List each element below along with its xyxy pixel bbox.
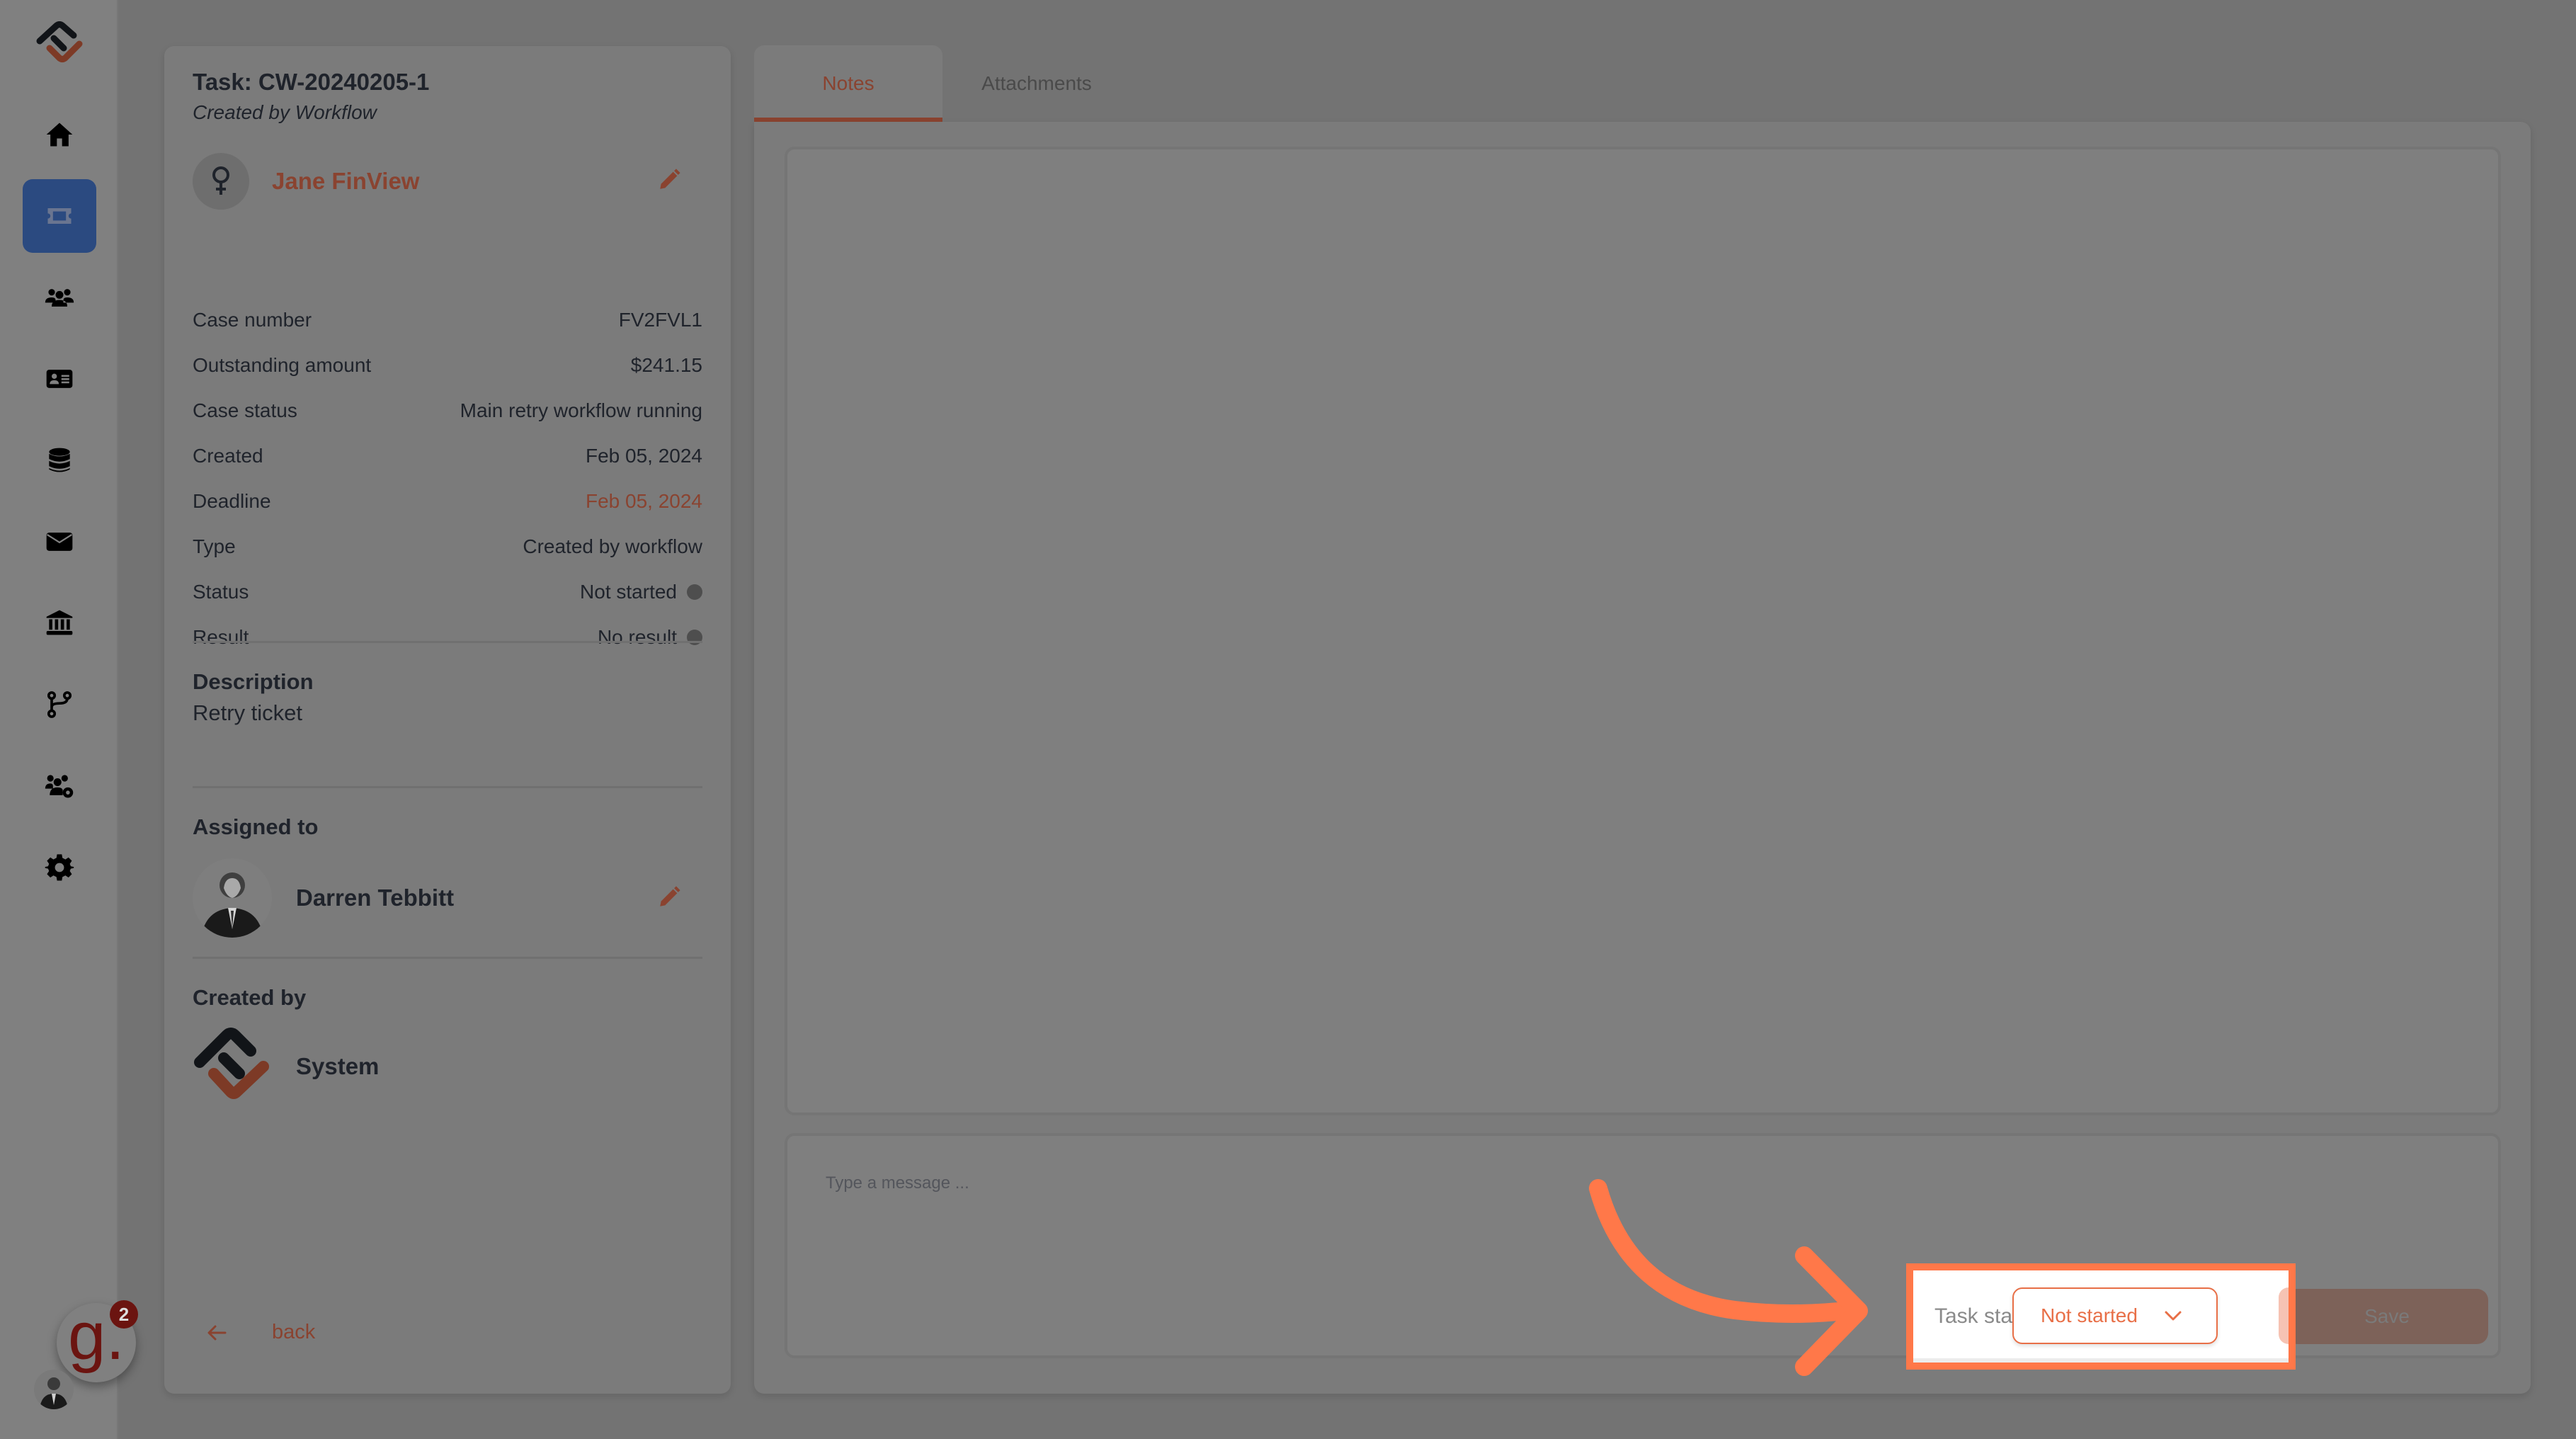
detail-row-type: Type Created by workflow [193, 524, 702, 569]
sidebar: g. 2 [0, 0, 138, 1439]
detail-value: No result [598, 626, 702, 649]
branch-icon [47, 691, 72, 718]
assignee-name: Darren Tebbitt [296, 885, 455, 911]
app-logo-icon[interactable] [33, 21, 86, 67]
detail-value: Created by workflow [523, 535, 702, 557]
detail-label: Case status [193, 399, 297, 421]
description-text: Retry ticket [193, 700, 303, 725]
detail-label: Case number [193, 309, 312, 331]
database-icon [49, 448, 70, 472]
assignee-row: Darren Tebbitt [193, 858, 702, 938]
female-icon [212, 166, 229, 195]
task-details-list: Case number FV2FVL1 Outstanding amount $… [193, 297, 702, 660]
user-avatar-icon [40, 1377, 68, 1409]
status-text: Not started [580, 581, 677, 603]
detail-value-deadline: Feb 05, 2024 [585, 490, 702, 512]
user-avatar[interactable] [34, 1370, 74, 1409]
sidebar-item-workflows[interactable] [23, 668, 96, 741]
sidebar-item-customers[interactable] [23, 261, 96, 334]
detail-label: Status [193, 581, 249, 603]
assigned-to-label: Assigned to [193, 814, 319, 839]
notification-badge: 2 [110, 1300, 138, 1329]
detail-value: $241.15 [630, 354, 702, 376]
task-title: Task: CW-20240205-1 [193, 69, 430, 95]
tab-notes[interactable]: Notes [754, 45, 942, 122]
divider [193, 641, 702, 643]
home-icon [46, 123, 73, 147]
creator-row: System [193, 1027, 702, 1106]
detail-row-result: Result No result [193, 615, 702, 660]
task-details-card: Task: CW-20240205-1 Created by Workflow … [164, 46, 731, 1394]
ticket-icon [47, 208, 72, 224]
result-text: No result [597, 626, 677, 648]
detail-row-deadline: Deadline Feb 05, 2024 [193, 479, 702, 524]
sidebar-item-team-settings[interactable] [23, 749, 96, 823]
save-button[interactable]: Save [2286, 1289, 2488, 1344]
task-subtitle: Created by Workflow [193, 101, 377, 123]
gear-icon [45, 854, 74, 881]
system-logo-icon [194, 1028, 269, 1099]
task-status-value: Not started [2041, 1304, 2138, 1326]
detail-value: Feb 05, 2024 [585, 445, 702, 467]
edit-assignee-icon[interactable] [657, 885, 681, 909]
divider [193, 786, 702, 788]
arrow-left-icon [207, 1325, 227, 1340]
task-status-control: Task status Not started [1913, 1270, 2289, 1363]
sidebar-item-home[interactable] [23, 98, 96, 171]
sidebar-item-data[interactable] [23, 423, 96, 497]
detail-label: Deadline [193, 490, 271, 512]
detail-value: Main retry workflow running [460, 399, 702, 421]
annotation-arrow-icon [1589, 1179, 1868, 1376]
highlight-annotation-box: Task status Not started [1906, 1263, 2296, 1370]
assignee-avatar [193, 858, 272, 938]
back-button[interactable]: back [207, 1321, 315, 1344]
customer-row: Jane FinView [193, 152, 702, 210]
customer-avatar [193, 153, 249, 210]
status-dot-icon [687, 584, 702, 600]
users-icon [45, 289, 74, 307]
detail-value: FV2FVL1 [618, 309, 702, 331]
users-gear-icon [45, 775, 74, 798]
bank-icon [46, 610, 73, 635]
detail-row-case-number: Case number FV2FVL1 [193, 297, 702, 343]
detail-value: Not started [580, 581, 702, 603]
detail-label: Result [193, 626, 249, 648]
detail-row-created: Created Feb 05, 2024 [193, 433, 702, 479]
customer-name-link[interactable]: Jane FinView [272, 168, 419, 195]
assignee-photo-icon [201, 872, 263, 938]
sidebar-item-settings[interactable] [23, 831, 96, 904]
sidebar-item-messages[interactable] [23, 505, 96, 579]
detail-row-outstanding-amount: Outstanding amount $241.15 [193, 343, 702, 388]
chevron-down-icon [2165, 1311, 2182, 1321]
id-card-icon [46, 370, 73, 388]
detail-row-status: Status Not started [193, 569, 702, 615]
sidebar-item-tickets[interactable] [23, 179, 96, 253]
detail-row-case-status: Case status Main retry workflow running [193, 388, 702, 433]
detail-label: Outstanding amount [193, 354, 372, 376]
creator-name: System [296, 1053, 380, 1079]
task-status-dropdown[interactable]: Not started [2012, 1287, 2218, 1344]
tab-attachments[interactable]: Attachments [942, 45, 1131, 122]
divider [193, 957, 702, 959]
envelope-icon [46, 533, 73, 551]
notes-list [785, 147, 2501, 1115]
description-label: Description [193, 669, 314, 694]
sidebar-item-contacts[interactable] [23, 342, 96, 416]
created-by-label: Created by [193, 985, 307, 1010]
tab-bar: Notes Attachments [754, 45, 1131, 122]
edit-customer-icon[interactable] [657, 168, 681, 192]
detail-label: Type [193, 535, 236, 557]
detail-label: Created [193, 445, 263, 467]
save-button-edge [2279, 1287, 2289, 1344]
sidebar-item-banking[interactable] [23, 586, 96, 660]
back-label: back [272, 1321, 316, 1343]
